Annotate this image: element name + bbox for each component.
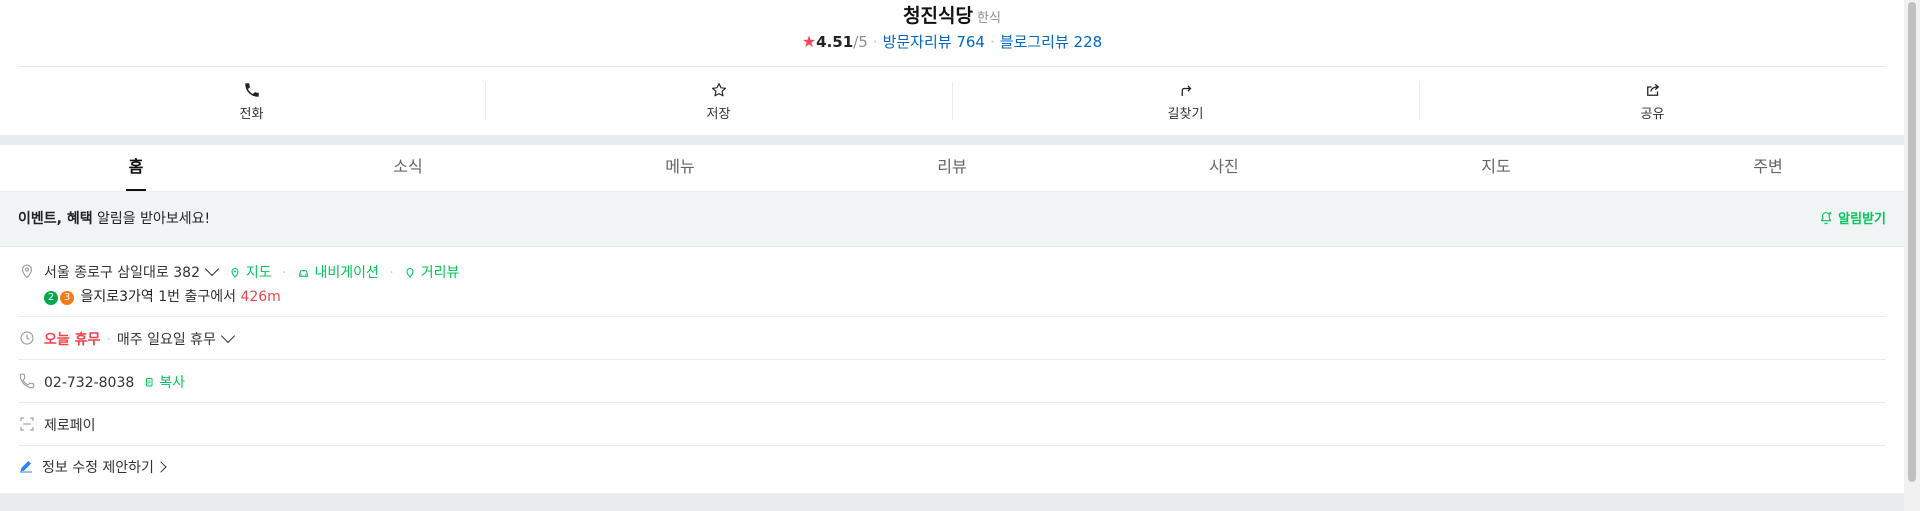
share-button[interactable]: 공유	[1419, 67, 1886, 135]
chevron-right-icon	[155, 461, 167, 473]
street-view-link[interactable]: 거리뷰	[400, 265, 460, 281]
address-line1: 서울 종로구 삼일대로 382 지도 · 내비게이션 · 거리뷰	[44, 261, 460, 282]
payment-content: 제로페이	[44, 415, 96, 435]
address-text[interactable]: 서울 종로구 삼일대로 382	[44, 265, 200, 281]
tab-photos[interactable]: 사진	[1088, 145, 1360, 191]
map-link-label: 지도	[245, 265, 272, 281]
call-label: 전화	[239, 106, 264, 122]
copy-icon	[145, 378, 153, 387]
scan-icon	[20, 417, 34, 431]
separator-dot: ·	[389, 265, 394, 281]
notification-text: 이벤트, 혜택 알림을 받아보세요!	[18, 208, 210, 228]
section-divider	[0, 135, 1904, 145]
phone-content: 02-732-8038 복사	[44, 372, 185, 392]
rating-star-icon: ★	[801, 32, 817, 51]
car-icon	[299, 270, 308, 277]
payment-row: 제로페이	[18, 403, 1886, 446]
separator-dot: ·	[872, 33, 878, 51]
scrollbar-thumb[interactable]	[1908, 2, 1916, 482]
tab-menu[interactable]: 메뉴	[544, 145, 816, 191]
bell-plus-icon	[1821, 211, 1832, 224]
directions-label: 길찾기	[1167, 106, 1204, 122]
rating-score: 4.51	[816, 33, 854, 51]
phone-outline-icon	[19, 373, 35, 389]
place-page: 청진식당 한식 ★4.51/5 · 방문자리뷰 764 · 블로그리뷰 228 전화 저장…	[0, 0, 1904, 511]
street-view-link-label: 거리뷰	[420, 265, 460, 281]
clock-icon	[20, 331, 34, 345]
notification-rest: 알림을 받아보세요!	[92, 211, 211, 227]
blog-reviews-link[interactable]: 블로그리뷰 228	[1000, 33, 1102, 51]
separator-dot: ·	[106, 332, 111, 348]
map-pin-icon	[231, 268, 240, 278]
separator-dot: ·	[282, 265, 287, 281]
save-label: 저장	[706, 106, 731, 122]
copy-phone-label: 복사	[159, 375, 185, 391]
distance-text: 426m	[240, 289, 281, 305]
directions-icon	[1181, 84, 1191, 96]
edit-suggest-content[interactable]: 정보 수정 제안하기	[42, 457, 167, 477]
navigation-link[interactable]: 내비게이션	[293, 265, 384, 281]
subway-line-2-badge: 2	[44, 291, 58, 305]
share-label: 공유	[1640, 106, 1665, 122]
edit-suggest-text: 정보 수정 제안하기	[42, 460, 154, 476]
edit-suggest-row[interactable]: 정보 수정 제안하기	[18, 446, 1886, 492]
address-row: 서울 종로구 삼일대로 382 지도 · 내비게이션 · 거리뷰 23 을지로3…	[18, 247, 1886, 317]
phone-icon	[244, 82, 259, 97]
star-outline-icon	[711, 82, 726, 96]
tab-bar: 홈 소식 메뉴 리뷰 사진 지도 주변	[0, 145, 1904, 192]
exit-text: 1번 출구에서	[153, 289, 241, 305]
notification-bold: 이벤트, 혜택	[18, 211, 93, 227]
separator-dot: ·	[989, 33, 995, 51]
hours-detail: 매주 일요일 휴무	[116, 332, 216, 348]
chevron-down-icon[interactable]	[204, 261, 220, 277]
action-bar: 전화 저장 길찾기 공유	[18, 67, 1886, 135]
location-pin-icon	[21, 264, 33, 279]
visitor-reviews-link[interactable]: 방문자리뷰 764	[883, 33, 985, 51]
hours-status: 오늘 휴무	[44, 332, 101, 348]
station-name: 을지로3가역	[80, 289, 154, 305]
hours-content[interactable]: 오늘 휴무 · 매주 일요일 휴무	[44, 328, 235, 349]
notification-banner: 이벤트, 혜택 알림을 받아보세요! 알림받기	[0, 192, 1904, 247]
payment-text: 제로페이	[44, 418, 96, 434]
phone-row: 02-732-8038 복사	[18, 360, 1886, 403]
directions-button[interactable]: 길찾기	[952, 67, 1419, 135]
phone-number[interactable]: 02-732-8038	[44, 375, 134, 391]
place-category: 한식	[977, 11, 1001, 26]
place-title-row: 청진식당 한식	[0, 3, 1904, 32]
section-divider	[0, 493, 1904, 511]
place-title: 청진식당	[903, 5, 973, 27]
subscribe-alert-label: 알림받기	[1838, 212, 1886, 227]
map-link[interactable]: 지도	[229, 265, 276, 281]
info-section: 서울 종로구 삼일대로 382 지도 · 내비게이션 · 거리뷰 23 을지로3…	[18, 247, 1886, 493]
page-scrollbar[interactable]	[1904, 0, 1920, 511]
street-view-pin-icon	[406, 268, 414, 278]
tab-map[interactable]: 지도	[1360, 145, 1632, 191]
rating-out-of: /5	[853, 33, 868, 51]
copy-phone-button[interactable]: 복사	[143, 375, 185, 391]
tab-news[interactable]: 소식	[272, 145, 544, 191]
tab-nearby[interactable]: 주변	[1632, 145, 1904, 191]
subscribe-alert-button[interactable]: 알림받기	[1818, 208, 1886, 227]
navigation-link-label: 내비게이션	[314, 265, 379, 281]
tab-reviews[interactable]: 리뷰	[816, 145, 1088, 191]
chevron-down-icon[interactable]	[220, 328, 235, 344]
save-button[interactable]: 저장	[485, 67, 952, 135]
share-icon	[1646, 83, 1659, 96]
pencil-icon	[20, 461, 32, 473]
rating-row: ★4.51/5 · 방문자리뷰 764 · 블로그리뷰 228	[0, 31, 1904, 53]
subway-line-3-badge: 3	[60, 291, 74, 305]
call-button[interactable]: 전화	[18, 67, 485, 135]
hours-row: 오늘 휴무 · 매주 일요일 휴무	[18, 317, 1886, 360]
tab-home[interactable]: 홈	[0, 145, 272, 191]
address-line2: 23 을지로3가역 1번 출구에서 426m	[44, 286, 281, 306]
